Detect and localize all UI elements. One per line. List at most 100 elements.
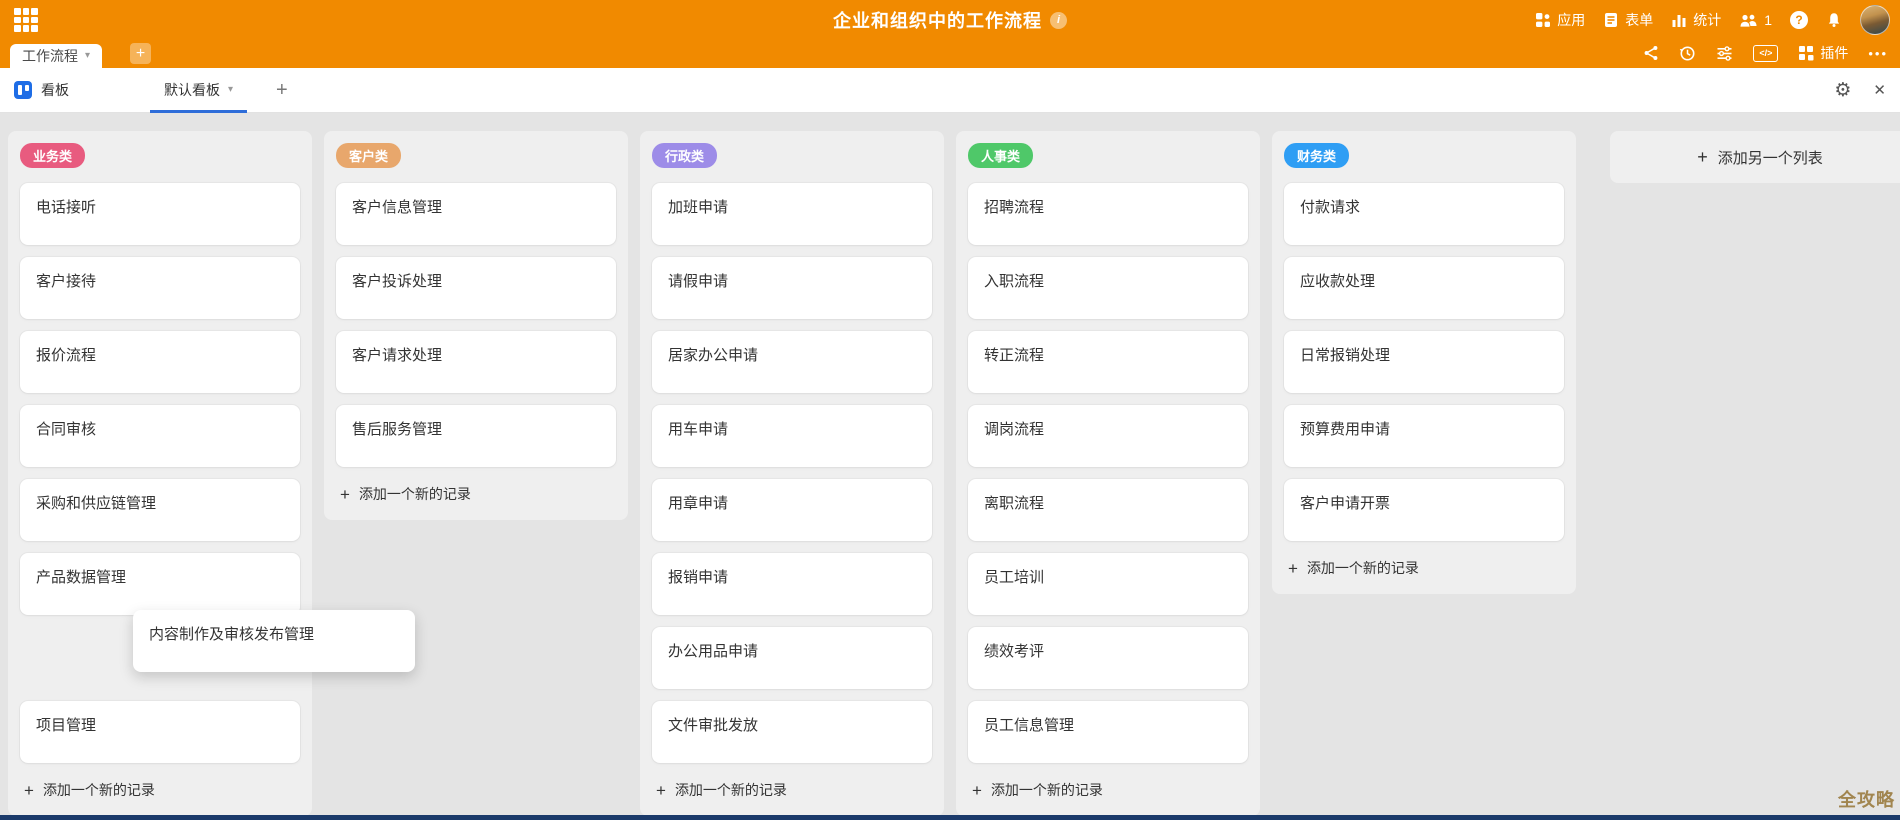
view-actions: ⚙ ✕ — [1834, 68, 1886, 112]
kanban-card[interactable]: 项目管理 — [20, 701, 300, 763]
help-glyph: ? — [1795, 13, 1802, 27]
kanban-card[interactable]: 文件审批发放 — [652, 701, 932, 763]
kanban-column-admin: 行政类 加班申请 请假申请 居家办公申请 用车申请 用章申请 报销申请 办公用品… — [640, 131, 944, 816]
tab-worktable[interactable]: 工作流程 ▾ — [10, 44, 102, 68]
app-topbar: 企业和组织中的工作流程 i 应用 表单 统计 — [0, 0, 1900, 40]
add-record-button[interactable]: + 添加一个新的记录 — [336, 479, 616, 506]
kanban-card[interactable]: 入职流程 — [968, 257, 1248, 319]
column-badge[interactable]: 客户类 — [336, 143, 401, 168]
kanban-column-hr: 人事类 招聘流程 入职流程 转正流程 调岗流程 离职流程 员工培训 绩效考评 员… — [956, 131, 1260, 816]
plus-icon: + — [656, 782, 666, 799]
add-record-button[interactable]: + 添加一个新的记录 — [20, 775, 300, 802]
more-options-icon[interactable]: ••• — [1868, 47, 1888, 60]
collaborators-count: 1 — [1764, 12, 1772, 28]
add-record-label: 添加一个新的记录 — [675, 780, 787, 800]
kanban-card[interactable]: 绩效考评 — [968, 627, 1248, 689]
add-record-button[interactable]: + 添加一个新的记录 — [968, 775, 1248, 802]
collaborators-button[interactable]: 1 — [1739, 12, 1772, 28]
kanban-view-icon — [14, 81, 32, 99]
kanban-card[interactable]: 调岗流程 — [968, 405, 1248, 467]
user-avatar[interactable] — [1860, 5, 1890, 35]
close-icon[interactable]: ✕ — [1873, 81, 1886, 99]
apps-icon — [1535, 12, 1551, 28]
add-record-button[interactable]: + 添加一个新的记录 — [652, 775, 932, 802]
header-zone: 企业和组织中的工作流程 i 应用 表单 统计 — [0, 0, 1900, 68]
kanban-column-customer: 客户类 客户信息管理 客户投诉处理 客户请求处理 售后服务管理 + 添加一个新的… — [324, 131, 628, 520]
kanban-card[interactable]: 客户申请开票 — [1284, 479, 1564, 541]
chevron-down-icon: ▾ — [85, 51, 90, 61]
kanban-card[interactable]: 请假申请 — [652, 257, 932, 319]
kanban-column-business: 业务类 电话接听 客户接待 报价流程 合同审核 采购和供应链管理 产品数据管理 … — [8, 131, 312, 816]
watermark-text: 全攻略 — [1838, 786, 1895, 812]
topbar-actions: 应用 表单 统计 1 ? — [1535, 0, 1890, 40]
column-badge[interactable]: 财务类 — [1284, 143, 1349, 168]
add-list-button[interactable]: + 添加另一个列表 — [1610, 131, 1900, 183]
tab-default-view[interactable]: 默认看板 ▾ — [150, 68, 247, 112]
kanban-card[interactable]: 员工培训 — [968, 553, 1248, 615]
kanban-card[interactable]: 客户请求处理 — [336, 331, 616, 393]
bell-icon[interactable] — [1826, 12, 1842, 28]
plus-icon: + — [1288, 560, 1298, 577]
kanban-card[interactable]: 付款请求 — [1284, 183, 1564, 245]
column-badge[interactable]: 人事类 — [968, 143, 1033, 168]
plus-glyph: + — [276, 79, 288, 102]
column-badge[interactable]: 业务类 — [20, 143, 85, 168]
add-list-label: 添加另一个列表 — [1718, 147, 1823, 168]
kanban-card[interactable]: 用章申请 — [652, 479, 932, 541]
kanban-card[interactable]: 报销申请 — [652, 553, 932, 615]
kanban-card[interactable]: 报价流程 — [20, 331, 300, 393]
share-icon[interactable] — [1643, 45, 1659, 61]
plugin-grid-icon — [1798, 45, 1814, 61]
form-icon — [1603, 12, 1619, 28]
plugins-button[interactable]: 插件 — [1798, 43, 1848, 63]
history-icon[interactable] — [1679, 45, 1696, 62]
column-badge[interactable]: 行政类 — [652, 143, 717, 168]
apps-button[interactable]: 应用 — [1535, 10, 1585, 30]
kanban-card[interactable]: 招聘流程 — [968, 183, 1248, 245]
filter-sliders-icon[interactable] — [1716, 45, 1733, 62]
chevron-down-icon: ▾ — [228, 85, 233, 95]
forms-label: 表单 — [1625, 10, 1653, 30]
add-record-label: 添加一个新的记录 — [991, 780, 1103, 800]
kanban-card[interactable]: 客户投诉处理 — [336, 257, 616, 319]
help-icon[interactable]: ? — [1790, 11, 1808, 29]
kanban-card[interactable]: 居家办公申请 — [652, 331, 932, 393]
stats-button[interactable]: 统计 — [1671, 10, 1721, 30]
kanban-card[interactable]: 预算费用申请 — [1284, 405, 1564, 467]
kanban-card[interactable]: 合同审核 — [20, 405, 300, 467]
kanban-card[interactable]: 离职流程 — [968, 479, 1248, 541]
table-toolbar: </> 插件 ••• — [1643, 43, 1888, 63]
plus-glyph: + — [136, 45, 145, 63]
plus-icon: + — [972, 782, 982, 799]
page-title: 企业和组织中的工作流程 — [833, 7, 1042, 33]
kanban-card[interactable]: 办公用品申请 — [652, 627, 932, 689]
kanban-card[interactable]: 加班申请 — [652, 183, 932, 245]
code-glyph: </> — [1759, 48, 1772, 58]
info-icon[interactable]: i — [1050, 12, 1067, 29]
kanban-card[interactable]: 客户接待 — [20, 257, 300, 319]
kanban-card[interactable]: 客户信息管理 — [336, 183, 616, 245]
kanban-card[interactable]: 转正流程 — [968, 331, 1248, 393]
forms-button[interactable]: 表单 — [1603, 10, 1653, 30]
kanban-card[interactable]: 用车申请 — [652, 405, 932, 467]
stats-label: 统计 — [1693, 10, 1721, 30]
kanban-card[interactable]: 员工信息管理 — [968, 701, 1248, 763]
kanban-card[interactable]: 应收款处理 — [1284, 257, 1564, 319]
kanban-card[interactable]: 产品数据管理 — [20, 553, 300, 615]
kanban-card[interactable]: 电话接听 — [20, 183, 300, 245]
code-icon[interactable]: </> — [1753, 45, 1778, 62]
kanban-card[interactable]: 日常报销处理 — [1284, 331, 1564, 393]
kanban-card[interactable]: 售后服务管理 — [336, 405, 616, 467]
add-table-button[interactable]: + — [130, 43, 151, 64]
gear-icon[interactable]: ⚙ — [1834, 79, 1851, 102]
add-view-button[interactable]: + — [268, 68, 296, 112]
bar-chart-icon — [1671, 12, 1687, 28]
add-record-label: 添加一个新的记录 — [359, 484, 471, 504]
worktable-tab-label: 工作流程 — [22, 46, 78, 66]
kanban-column-finance: 财务类 付款请求 应收款处理 日常报销处理 预算费用申请 客户申请开票 + 添加… — [1272, 131, 1576, 594]
add-record-button[interactable]: + 添加一个新的记录 — [1284, 553, 1564, 580]
kanban-card[interactable]: 采购和供应链管理 — [20, 479, 300, 541]
users-icon — [1739, 13, 1758, 28]
view-tab-label: 默认看板 — [164, 80, 220, 100]
dragging-card[interactable]: 内容制作及审核发布管理 — [133, 610, 415, 672]
